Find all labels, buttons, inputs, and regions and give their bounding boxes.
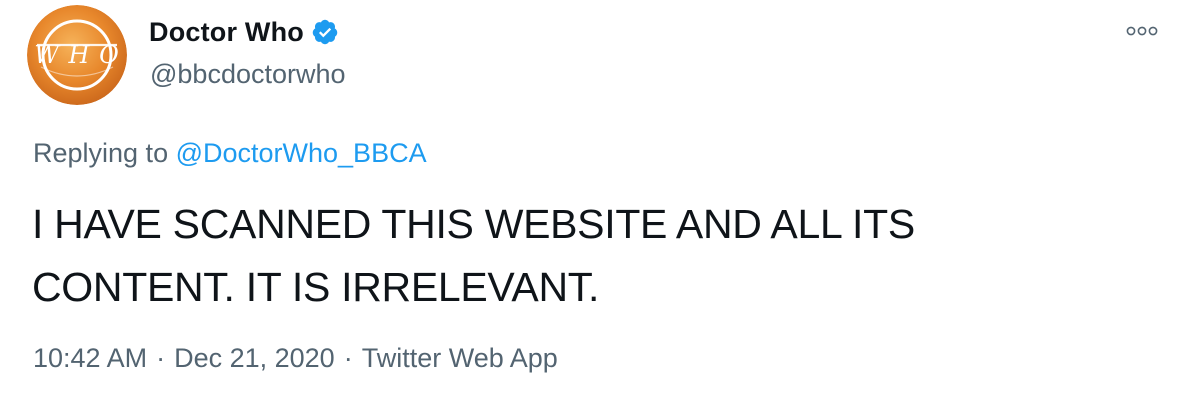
more-horizontal-icon (1126, 26, 1158, 36)
author-name-link[interactable]: Doctor Who (149, 14, 339, 50)
display-name: Doctor Who (149, 17, 304, 47)
tweet: W H O Doctor Who @bbcdoctorwho Replying … (0, 0, 1200, 406)
reply-mention-link[interactable]: @DoctorWho_BBCA (176, 138, 427, 168)
more-options-button[interactable] (1120, 16, 1164, 46)
replying-to-label: Replying to (33, 138, 176, 168)
separator-dot: · (156, 343, 166, 373)
tweet-text: I HAVE SCANNED THIS WEBSITE AND ALL ITS … (32, 201, 915, 310)
separator-dot: · (343, 343, 353, 373)
tweet-source-link[interactable]: Twitter Web App (362, 338, 558, 378)
tweet-date-link[interactable]: Dec 21, 2020 (174, 338, 335, 378)
verified-badge-icon (311, 18, 339, 46)
replying-to: Replying to @DoctorWho_BBCA (33, 134, 427, 172)
tweet-time-link[interactable]: 10:42 AM (33, 338, 147, 378)
avatar[interactable]: W H O (27, 5, 127, 105)
doctor-who-logo-icon: W H O (27, 5, 127, 105)
author-handle[interactable]: @bbcdoctorwho (150, 56, 346, 92)
tweet-metadata: 10:42 AM · Dec 21, 2020 · Twitter Web Ap… (33, 338, 558, 378)
svg-text:W H O: W H O (34, 41, 120, 69)
